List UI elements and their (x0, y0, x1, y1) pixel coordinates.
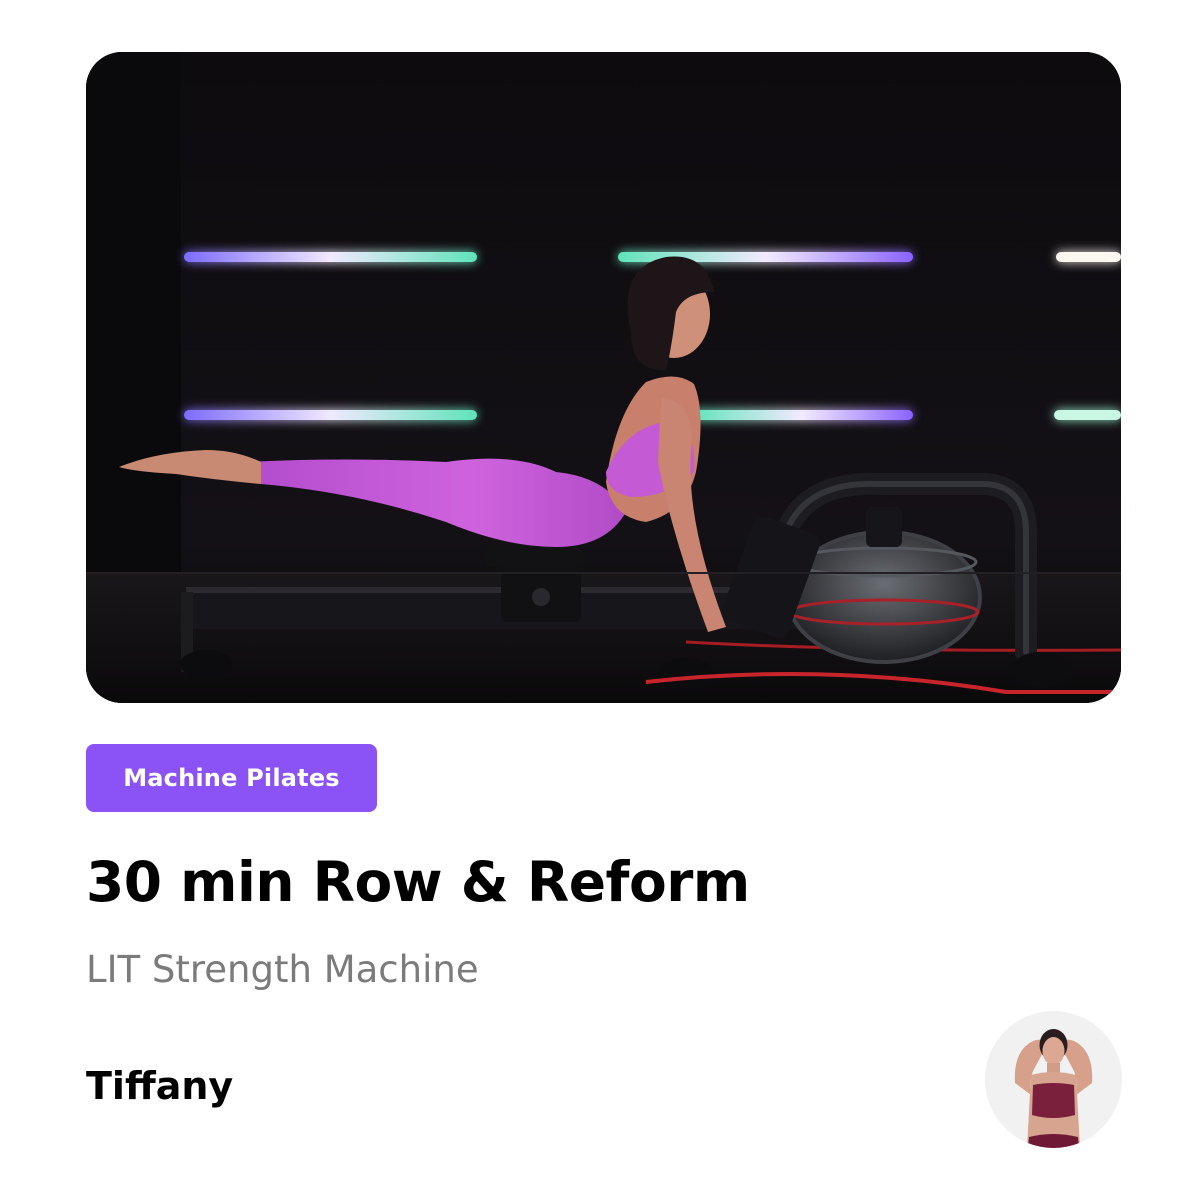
workout-scene-image (86, 52, 1121, 703)
workout-title: 30 min Row & Reform (86, 850, 750, 914)
workout-thumbnail[interactable] (86, 52, 1121, 703)
category-label: Machine Pilates (123, 764, 340, 792)
instructor-photo (985, 1011, 1122, 1148)
instructor-name: Tiffany (86, 1064, 234, 1108)
workout-card[interactable]: Machine Pilates 30 min Row & Reform LIT … (0, 0, 1200, 1200)
equipment-label: LIT Strength Machine (86, 948, 479, 991)
instructor-avatar[interactable] (985, 1011, 1122, 1148)
category-badge[interactable]: Machine Pilates (86, 744, 377, 812)
